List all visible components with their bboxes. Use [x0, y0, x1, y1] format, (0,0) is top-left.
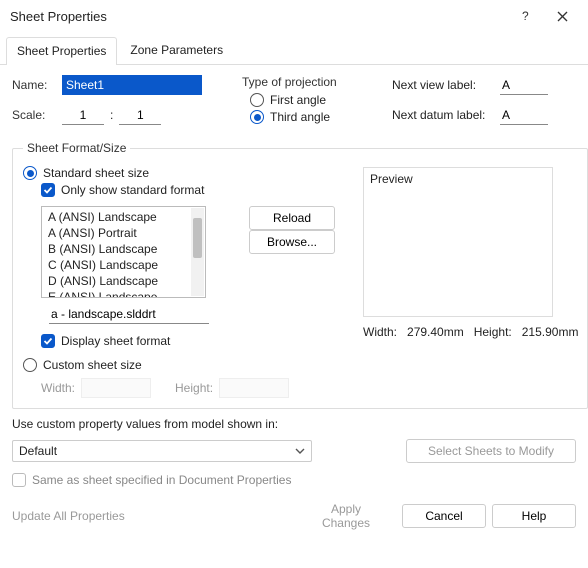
display-sheet-format-checkbox[interactable]: Display sheet format [41, 334, 363, 348]
projection-group-label: Type of projection [242, 75, 392, 89]
custom-width-input [81, 378, 151, 398]
checkbox-icon [12, 473, 26, 487]
cancel-button[interactable]: Cancel [402, 504, 486, 528]
preview-width-label: Width: [363, 325, 397, 339]
radio-icon [23, 358, 37, 372]
svg-text:?: ? [522, 10, 529, 22]
custom-prop-label: Use custom property values from model sh… [12, 417, 576, 431]
custom-height-label: Height: [175, 381, 213, 395]
custom-sheet-radio[interactable]: Custom sheet size [23, 358, 363, 372]
select-value: Default [19, 444, 57, 458]
window-title: Sheet Properties [10, 9, 508, 24]
preview-height-value: 215.90mm [522, 325, 579, 339]
standard-sheet-radio[interactable]: Standard sheet size [23, 166, 363, 180]
reload-button[interactable]: Reload [249, 206, 335, 230]
checkbox-label: Display sheet format [61, 334, 170, 348]
scale-input-a[interactable] [62, 105, 104, 125]
same-as-checkbox[interactable]: Same as sheet specified in Document Prop… [12, 473, 576, 487]
radio-icon [250, 93, 264, 107]
radio-icon [23, 166, 37, 180]
tab-zone-parameters[interactable]: Zone Parameters [119, 36, 234, 64]
next-view-input[interactable] [500, 75, 548, 95]
name-label: Name: [12, 78, 62, 92]
only-standard-checkbox[interactable]: Only show standard format [41, 183, 363, 197]
list-item[interactable]: A (ANSI) Portrait [42, 225, 205, 241]
radio-label: Standard sheet size [43, 166, 149, 180]
preview-width-value: 279.40mm [407, 325, 464, 339]
projection-first-angle[interactable]: First angle [250, 93, 392, 107]
scale-separator: : [110, 108, 113, 122]
preview-height-label: Height: [474, 325, 512, 339]
custom-height-input [219, 378, 289, 398]
checkbox-label: Same as sheet specified in Document Prop… [32, 473, 291, 487]
sheet-size-listbox[interactable]: A (ANSI) Landscape A (ANSI) Portrait B (… [41, 206, 206, 298]
custom-prop-select[interactable]: Default [12, 440, 312, 462]
browse-button[interactable]: Browse... [249, 230, 335, 254]
radio-icon [250, 110, 264, 124]
checkbox-label: Only show standard format [61, 183, 204, 197]
list-item[interactable]: B (ANSI) Landscape [42, 241, 205, 257]
preview-label: Preview [370, 172, 413, 186]
format-file-input[interactable] [49, 304, 209, 324]
help-button-footer[interactable]: Help [492, 504, 576, 528]
preview-box: Preview [363, 167, 553, 317]
format-legend: Sheet Format/Size [23, 141, 130, 155]
close-icon [557, 11, 568, 22]
radio-label: First angle [270, 93, 326, 107]
scale-label: Scale: [12, 108, 62, 122]
projection-third-angle[interactable]: Third angle [250, 110, 392, 124]
name-input[interactable] [62, 75, 202, 95]
update-all-button[interactable]: Update All Properties [12, 509, 296, 523]
apply-changes-button[interactable]: Apply Changes [296, 504, 396, 528]
chevron-down-icon [295, 446, 305, 456]
radio-label: Custom sheet size [43, 358, 142, 372]
checkbox-icon [41, 183, 55, 197]
checkbox-icon [41, 334, 55, 348]
next-datum-input[interactable] [500, 105, 548, 125]
next-view-label: Next view label: [392, 78, 500, 92]
close-button[interactable] [544, 2, 580, 30]
scale-input-b[interactable] [119, 105, 161, 125]
custom-width-label: Width: [41, 381, 75, 395]
list-item[interactable]: A (ANSI) Landscape [42, 209, 205, 225]
tab-sheet-properties[interactable]: Sheet Properties [6, 37, 117, 65]
help-button[interactable]: ? [508, 2, 544, 30]
next-datum-label: Next datum label: [392, 108, 500, 122]
list-item[interactable]: C (ANSI) Landscape [42, 257, 205, 273]
list-item[interactable]: D (ANSI) Landscape [42, 273, 205, 289]
list-item[interactable]: E (ANSI) Landscape [42, 289, 205, 298]
select-sheets-button[interactable]: Select Sheets to Modify [406, 439, 576, 463]
listbox-scrollbar[interactable] [191, 208, 204, 296]
radio-label: Third angle [270, 110, 330, 124]
